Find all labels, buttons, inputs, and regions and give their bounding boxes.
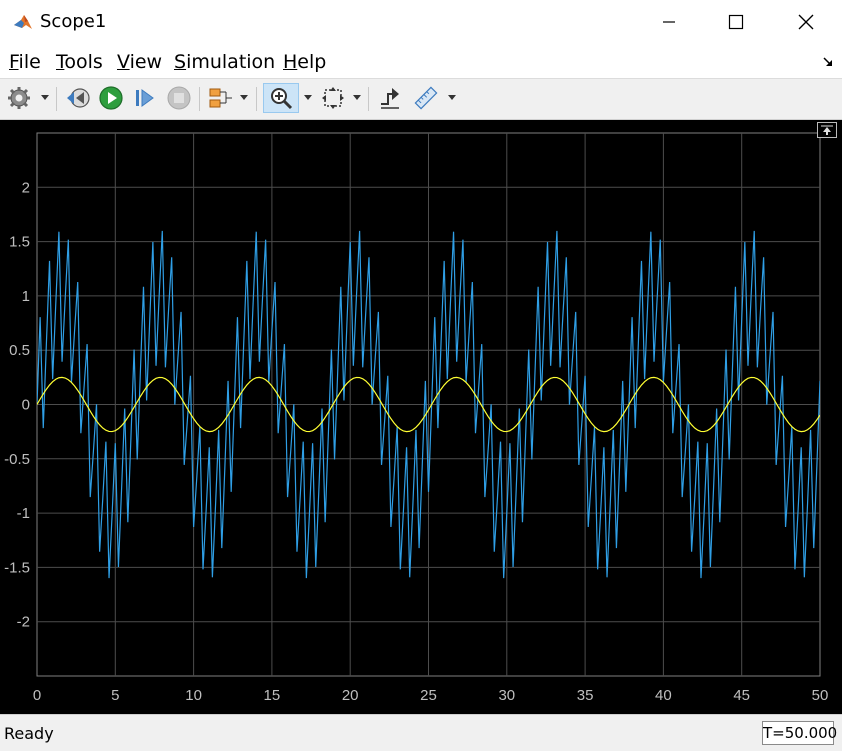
x-tick-label: 5 (111, 687, 119, 704)
y-tick-label: -1.5 (4, 559, 30, 576)
cursor-measurements-icon (414, 86, 438, 110)
x-tick-label: 50 (812, 687, 829, 704)
simulation-time: T=50.000 (762, 721, 837, 745)
scope-plot[interactable]: 0 5 10 15 20 25 30 35 40 45 50 2 1.5 1 0.5 0 -0.5 -1 -1.5 -… (0, 120, 842, 714)
highlight-dropdown-icon[interactable] (240, 95, 248, 100)
fit-to-view-icon (322, 87, 344, 109)
x-tick-label: 0 (33, 687, 41, 704)
x-tick-label: 20 (342, 687, 359, 704)
y-tick-label: 2 (22, 179, 30, 196)
matlab-logo-icon (12, 11, 34, 33)
y-tick-label: -2 (17, 614, 30, 631)
status-bar: Ready T=50.000 (0, 714, 842, 751)
fit-dropdown-icon[interactable] (353, 95, 361, 100)
close-button[interactable] (783, 0, 829, 44)
settings-button[interactable] (4, 83, 34, 113)
minimize-icon (663, 21, 675, 23)
minimize-button[interactable] (646, 0, 692, 44)
step-back-icon (67, 88, 90, 108)
maximize-button[interactable] (713, 0, 759, 44)
window-title: Scope1 (40, 11, 107, 32)
toolbar-separator (256, 87, 257, 111)
undock-button[interactable] (817, 122, 837, 138)
y-tick-label: 1 (22, 288, 30, 305)
x-tick-label: 40 (655, 687, 672, 704)
y-tick-label: 1.5 (9, 234, 30, 251)
y-tick-label: -1 (17, 505, 30, 522)
x-tick-label: 15 (264, 687, 281, 704)
step-back-button[interactable] (63, 83, 93, 113)
highlight-simulink-button[interactable] (206, 83, 236, 113)
run-icon (99, 86, 123, 110)
triggers-icon (381, 88, 399, 109)
close-icon (798, 14, 814, 30)
stop-icon (167, 86, 191, 110)
menu-simulation[interactable]: Simulation (174, 51, 275, 73)
cursor-measurements-button[interactable] (409, 83, 443, 113)
x-tick-label: 10 (185, 687, 202, 704)
toolbar-separator (368, 87, 369, 111)
toolbar-separator (56, 87, 57, 111)
menu-help[interactable]: Help (283, 51, 326, 73)
measurements-dropdown-icon[interactable] (448, 95, 456, 100)
zoom-in-icon (271, 88, 293, 110)
menu-file[interactable]: File (9, 51, 41, 73)
fit-to-view-button[interactable] (318, 83, 348, 113)
dock-arrow-icon[interactable] (822, 56, 834, 68)
triggers-button[interactable] (375, 83, 405, 113)
zoom-dropdown-icon[interactable] (304, 95, 312, 100)
menu-view[interactable]: View (117, 51, 162, 73)
x-tick-label: 35 (577, 687, 594, 704)
scope-display[interactable]: 0 5 10 15 20 25 30 35 40 45 50 2 1.5 1 0.5 0 -0.5 -1 -1.5 -… (0, 120, 842, 714)
settings-dropdown-icon[interactable] (41, 95, 49, 100)
settings-icon (8, 87, 30, 109)
y-tick-label: -0.5 (4, 451, 30, 468)
step-forward-button[interactable] (130, 83, 160, 113)
undock-icon (821, 125, 833, 135)
toolbar-separator (199, 87, 200, 111)
stop-button[interactable] (164, 83, 194, 113)
menu-tools[interactable]: Tools (56, 51, 103, 73)
x-tick-label: 45 (733, 687, 750, 704)
y-tick-label: 0.5 (9, 342, 30, 359)
toolbar (0, 78, 842, 120)
x-tick-label: 30 (498, 687, 515, 704)
x-tick-label: 25 (420, 687, 437, 704)
step-forward-icon (136, 89, 154, 107)
run-button[interactable] (96, 83, 126, 113)
zoom-in-button[interactable] (263, 83, 299, 113)
menu-bar: File Tools View Simulation Help (0, 44, 842, 78)
y-tick-label: 0 (22, 397, 30, 414)
maximize-icon (728, 14, 744, 30)
status-text: Ready (4, 724, 54, 743)
highlight-simulink-icon (209, 88, 232, 108)
title-bar: Scope1 (0, 0, 842, 45)
